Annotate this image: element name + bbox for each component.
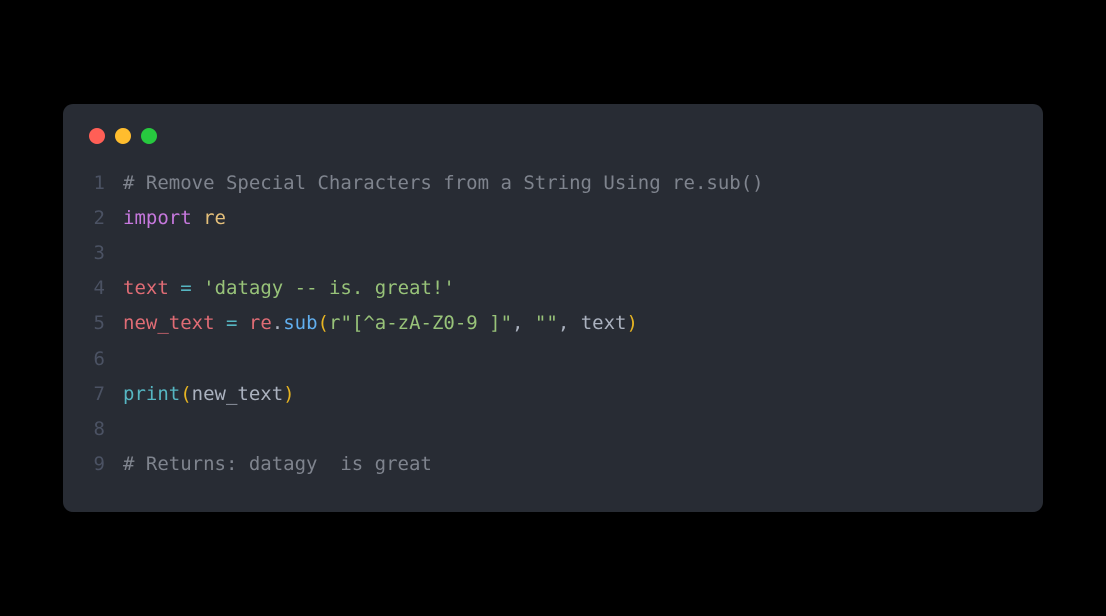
- string-literal: "": [535, 312, 558, 334]
- string-literal: 'datagy -- is. great!': [203, 277, 455, 299]
- code-line: 1 # Remove Special Characters from a Str…: [63, 166, 1043, 201]
- code-line: 5 new_text = re.sub(r"[^a-zA-Z0-9 ]", ""…: [63, 306, 1043, 341]
- operator: =: [226, 312, 237, 334]
- comma: ,: [512, 312, 535, 334]
- code-line: 7 print(new_text): [63, 377, 1043, 412]
- minimize-icon[interactable]: [115, 128, 131, 144]
- comment: # Returns: datagy is great: [123, 453, 432, 475]
- code-line: 3: [63, 236, 1043, 271]
- code-content: # Returns: datagy is great: [123, 447, 432, 482]
- code-content: import re: [123, 201, 226, 236]
- zoom-icon[interactable]: [141, 128, 157, 144]
- comma: ,: [558, 312, 581, 334]
- line-number: 2: [89, 201, 123, 236]
- line-number: 1: [89, 166, 123, 201]
- space: [237, 312, 248, 334]
- space: [169, 277, 180, 299]
- code-editor[interactable]: 1 # Remove Special Characters from a Str…: [63, 166, 1043, 482]
- variable: text: [123, 277, 169, 299]
- paren-close: ): [626, 312, 637, 334]
- code-content: new_text = re.sub(r"[^a-zA-Z0-9 ]", "", …: [123, 306, 638, 341]
- module-name: re: [203, 207, 226, 229]
- argument: new_text: [192, 383, 284, 405]
- string-literal: r"[^a-zA-Z0-9 ]": [329, 312, 512, 334]
- variable: new_text: [123, 312, 215, 334]
- operator: =: [180, 277, 191, 299]
- space: [192, 207, 203, 229]
- line-number: 6: [89, 342, 123, 377]
- space: [192, 277, 203, 299]
- dot: .: [272, 312, 283, 334]
- code-window: 1 # Remove Special Characters from a Str…: [63, 104, 1043, 512]
- code-content: # Remove Special Characters from a Strin…: [123, 166, 764, 201]
- line-number: 7: [89, 377, 123, 412]
- paren-close: ): [283, 383, 294, 405]
- module-ref: re: [249, 312, 272, 334]
- code-content: print(new_text): [123, 377, 295, 412]
- code-line: 9 # Returns: datagy is great: [63, 447, 1043, 482]
- code-line: 2 import re: [63, 201, 1043, 236]
- code-line: 4 text = 'datagy -- is. great!': [63, 271, 1043, 306]
- line-number: 8: [89, 412, 123, 447]
- line-number: 9: [89, 447, 123, 482]
- import-keyword: import: [123, 207, 192, 229]
- close-icon[interactable]: [89, 128, 105, 144]
- builtin-function: print: [123, 383, 180, 405]
- function-call: sub: [283, 312, 317, 334]
- line-number: 3: [89, 236, 123, 271]
- line-number: 4: [89, 271, 123, 306]
- paren-open: (: [318, 312, 329, 334]
- comment: # Remove Special Characters from a Strin…: [123, 172, 764, 194]
- code-line: 6: [63, 342, 1043, 377]
- space: [215, 312, 226, 334]
- paren-open: (: [180, 383, 191, 405]
- line-number: 5: [89, 306, 123, 341]
- argument: text: [581, 312, 627, 334]
- traffic-lights: [63, 128, 1043, 166]
- code-line: 8: [63, 412, 1043, 447]
- code-content: text = 'datagy -- is. great!': [123, 271, 455, 306]
